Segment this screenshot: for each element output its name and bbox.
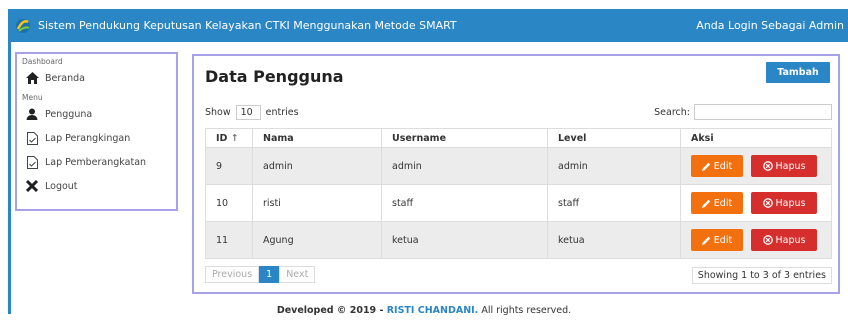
circle-x-icon — [762, 198, 773, 208]
report-icon — [25, 131, 39, 145]
sidebar-heading-menu: Menu — [22, 93, 43, 102]
edit-button[interactable]: Edit — [691, 229, 743, 251]
table-info: Showing 1 to 3 of 3 entries — [691, 267, 832, 284]
circle-x-icon — [762, 235, 773, 245]
left-accent-bar — [8, 42, 11, 314]
cell-nama: Agung — [252, 221, 382, 259]
entries-length-control: Show 10 entries — [205, 105, 299, 120]
edit-button[interactable]: Edit — [691, 192, 743, 214]
cell-aksi: Edit Hapus — [680, 221, 832, 259]
user-icon — [25, 107, 39, 121]
login-info[interactable]: Anda Login Sebagai Admin — [696, 19, 844, 32]
delete-label: Hapus — [775, 234, 806, 246]
pencil-icon — [701, 236, 710, 245]
close-icon — [25, 179, 39, 193]
cell-level: admin — [547, 147, 681, 185]
search-input[interactable] — [694, 104, 832, 120]
top-navbar: Sistem Pendukung Keputusan Kelayakan CTK… — [8, 9, 848, 42]
column-header-username[interactable]: Username — [381, 128, 548, 148]
cell-username: staff — [381, 184, 548, 222]
entries-label: entries — [265, 107, 299, 118]
delete-button[interactable]: Hapus — [751, 229, 817, 251]
pencil-icon — [701, 162, 710, 171]
entries-select[interactable]: 10 — [235, 105, 261, 120]
pencil-icon — [701, 199, 710, 208]
cell-id: 10 — [205, 184, 253, 222]
edit-button[interactable]: Edit — [691, 155, 743, 177]
circle-x-icon — [762, 161, 773, 171]
edit-label: Edit — [713, 160, 733, 172]
home-icon — [25, 71, 39, 85]
report-icon — [25, 155, 39, 169]
footer-author: RISTI CHANDANI. — [386, 305, 479, 316]
table-header-row: ID ↑ Nama Username Level Aksi — [205, 128, 832, 148]
sidebar-item-label: Pengguna — [45, 108, 93, 120]
table-row: 9 admin admin admin Edit Hapus — [205, 147, 832, 185]
cell-nama: risti — [252, 184, 382, 222]
sidebar: Dashboard Beranda Menu Pengguna Lap Pera… — [15, 52, 178, 211]
user-data-panel: Data Pengguna Tambah Show 10 entries Sea… — [192, 54, 840, 294]
column-header-nama[interactable]: Nama — [252, 128, 382, 148]
sidebar-item-lap-pemberangkatan[interactable]: Lap Pemberangkatan — [17, 150, 176, 174]
edit-label: Edit — [713, 197, 733, 209]
footer-prefix: Developed © 2019 - — [276, 305, 387, 316]
app-title: Sistem Pendukung Keputusan Kelayakan CTK… — [38, 19, 457, 32]
cell-nama: admin — [252, 147, 382, 185]
pagination-next[interactable]: Next — [279, 266, 316, 283]
cell-aksi: Edit Hapus — [680, 184, 832, 222]
sidebar-heading-dashboard: Dashboard — [22, 57, 63, 66]
app-logo-icon — [16, 18, 30, 33]
table-row: 11 Agung ketua ketua Edit Hapus — [205, 221, 832, 259]
sidebar-item-logout[interactable]: Logout — [17, 174, 176, 198]
sidebar-item-beranda[interactable]: Beranda — [17, 66, 176, 90]
pagination: Previous 1 Next — [205, 266, 316, 283]
search-label: Search: — [654, 106, 690, 118]
sort-asc-icon: ↑ — [230, 132, 239, 144]
delete-label: Hapus — [775, 197, 806, 209]
column-header-level[interactable]: Level — [547, 128, 681, 148]
cell-level: ketua — [547, 221, 681, 259]
sidebar-item-pengguna[interactable]: Pengguna — [17, 102, 176, 126]
footer-rights: All rights reserved. — [478, 305, 572, 316]
delete-label: Hapus — [775, 160, 806, 172]
users-table: ID ↑ Nama Username Level Aksi 9 admin ad… — [205, 128, 832, 259]
cell-username: ketua — [381, 221, 548, 259]
column-header-id[interactable]: ID ↑ — [205, 128, 253, 148]
sidebar-item-label: Lap Perangkingan — [45, 132, 131, 144]
add-user-button[interactable]: Tambah — [766, 62, 830, 83]
delete-button[interactable]: Hapus — [751, 192, 817, 214]
footer: Developed © 2019 - RISTI CHANDANI. All r… — [0, 305, 848, 316]
search-control: Search: — [654, 104, 832, 120]
pagination-previous[interactable]: Previous — [205, 266, 260, 283]
cell-level: staff — [547, 184, 681, 222]
table-row: 10 risti staff staff Edit Hapus — [205, 184, 832, 222]
sidebar-item-label: Beranda — [45, 72, 85, 84]
sidebar-item-label: Logout — [45, 180, 78, 192]
sidebar-item-label: Lap Pemberangkatan — [45, 156, 147, 168]
sidebar-item-lap-perangkingan[interactable]: Lap Perangkingan — [17, 126, 176, 150]
cell-id: 11 — [205, 221, 253, 259]
pagination-page-current[interactable]: 1 — [259, 266, 280, 283]
edit-label: Edit — [713, 234, 733, 246]
cell-username: admin — [381, 147, 548, 185]
delete-button[interactable]: Hapus — [751, 155, 817, 177]
column-header-aksi: Aksi — [680, 128, 832, 148]
show-label: Show — [205, 107, 231, 118]
page-title: Data Pengguna — [205, 67, 344, 86]
cell-aksi: Edit Hapus — [680, 147, 832, 185]
cell-id: 9 — [205, 147, 253, 185]
